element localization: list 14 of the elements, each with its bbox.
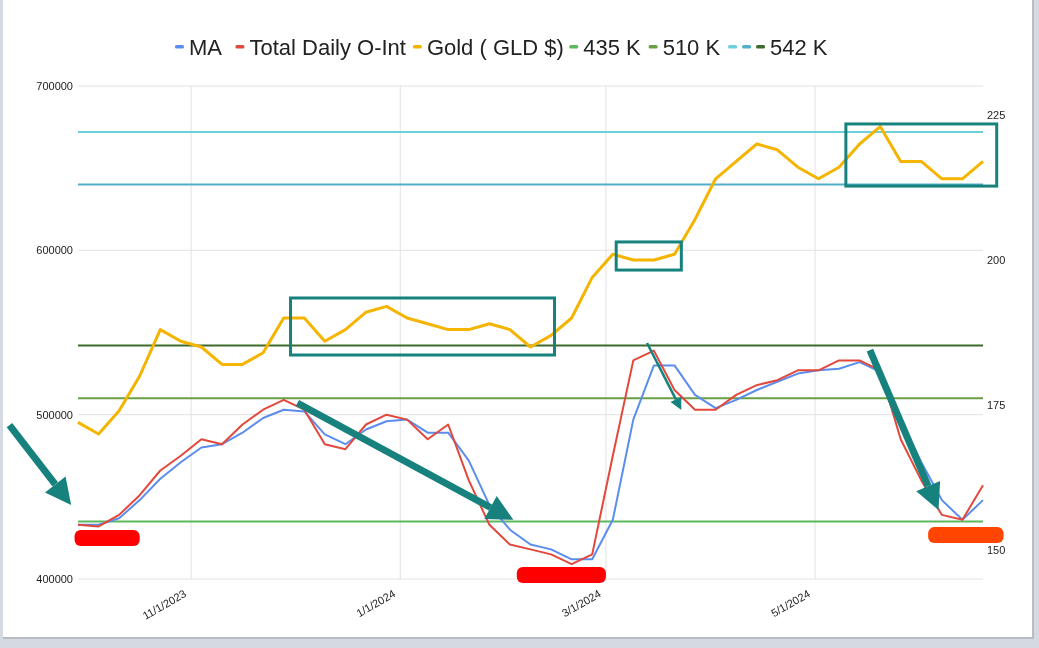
axis-label: 600000 — [36, 244, 73, 257]
legend-label: 435 K — [583, 35, 641, 60]
axis-label: 200 — [987, 254, 1006, 266]
axis-label: 700000 — [36, 80, 73, 92]
legend-label: 510 K — [662, 35, 721, 60]
legend-label: Total Daily O-Int — [249, 35, 406, 60]
legend-label: MA — [189, 35, 222, 60]
legend-label: Gold ( GLD $) — [426, 35, 564, 60]
axis-label: 500000 — [36, 408, 73, 421]
axis-label: 400000 — [36, 573, 73, 585]
axis-label: 150 — [987, 544, 1006, 556]
legend-label: 542 K — [770, 35, 828, 60]
axis-label: 225 — [987, 109, 1006, 121]
axis-label: 175 — [987, 399, 1006, 411]
